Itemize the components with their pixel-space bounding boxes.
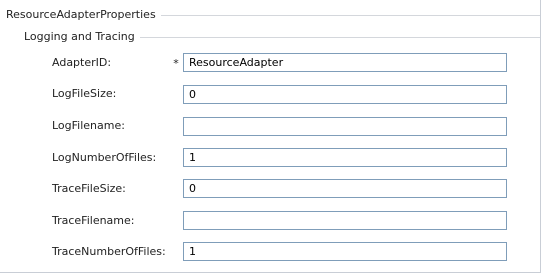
trace-number-of-files-field[interactable] <box>183 242 507 261</box>
trace-file-size-label: TraceFileSize: <box>52 182 126 195</box>
trace-filename-field[interactable] <box>183 211 507 230</box>
trace-file-size-field[interactable] <box>183 179 507 198</box>
inner-group-title: Logging and Tracing <box>24 30 140 44</box>
adapter-id-field[interactable] <box>183 53 507 72</box>
outer-group-title: ResourceAdapterProperties <box>6 8 161 22</box>
log-filename-label: LogFilename: <box>52 119 125 132</box>
adapter-id-label: AdapterID: <box>52 56 112 69</box>
log-number-of-files-field[interactable] <box>183 148 507 167</box>
required-marker: * <box>173 57 179 70</box>
log-file-size-field[interactable] <box>183 85 507 104</box>
trace-filename-label: TraceFilename: <box>52 214 135 227</box>
log-number-of-files-label: LogNumberOfFiles: <box>52 151 157 164</box>
log-filename-field[interactable] <box>183 117 507 136</box>
trace-number-of-files-label: TraceNumberOfFiles: <box>52 245 166 258</box>
log-file-size-label: LogFileSize: <box>52 87 117 100</box>
properties-panel: ResourceAdapterProperties Logging and Tr… <box>0 0 541 273</box>
